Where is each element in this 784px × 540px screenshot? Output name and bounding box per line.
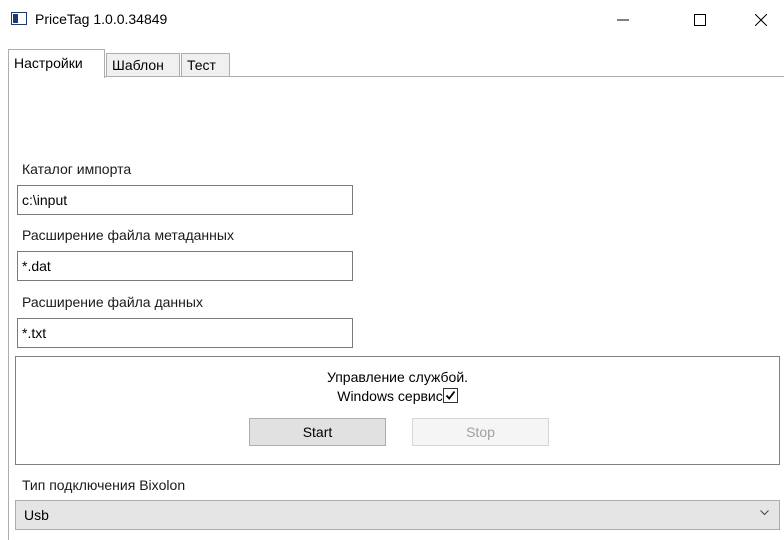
connection-type-label: Тип подключения Bixolon bbox=[22, 477, 186, 493]
tab-settings[interactable]: Настройки bbox=[8, 49, 105, 78]
tab-test[interactable]: Тест bbox=[181, 53, 230, 77]
close-icon bbox=[755, 14, 767, 26]
tab-template[interactable]: Шаблон bbox=[106, 53, 180, 77]
import-dir-label: Каталог импорта bbox=[22, 161, 132, 177]
windows-service-label: Windows сервис bbox=[337, 388, 443, 404]
data-ext-label: Расширение файла данных bbox=[22, 294, 203, 310]
windows-service-row: Windows сервис bbox=[16, 388, 779, 404]
window-title: PriceTag 1.0.0.34849 bbox=[35, 11, 168, 27]
service-title: Управление службой. bbox=[326, 369, 469, 385]
maximize-icon bbox=[694, 14, 706, 26]
meta-ext-label: Расширение файла метаданных bbox=[22, 227, 234, 243]
import-dir-input[interactable] bbox=[17, 185, 353, 215]
title-bar: PriceTag 1.0.0.34849 bbox=[0, 0, 784, 40]
close-button[interactable] bbox=[738, 0, 784, 40]
data-ext-input[interactable] bbox=[17, 318, 353, 348]
connection-type-value: Usb bbox=[24, 507, 49, 523]
start-button[interactable]: Start bbox=[249, 418, 386, 446]
chevron-down-icon bbox=[760, 510, 769, 516]
meta-ext-input[interactable] bbox=[17, 251, 353, 281]
minimize-button[interactable] bbox=[600, 0, 646, 40]
checkmark-icon bbox=[445, 390, 455, 400]
maximize-button[interactable] bbox=[677, 0, 723, 40]
minimize-icon bbox=[617, 19, 629, 21]
windows-service-checkbox[interactable] bbox=[442, 388, 458, 403]
service-group: Управление службой. Windows сервис Start… bbox=[15, 356, 780, 465]
connection-type-select[interactable]: Usb bbox=[15, 500, 780, 530]
stop-button[interactable]: Stop bbox=[412, 418, 549, 446]
app-icon bbox=[11, 12, 27, 25]
